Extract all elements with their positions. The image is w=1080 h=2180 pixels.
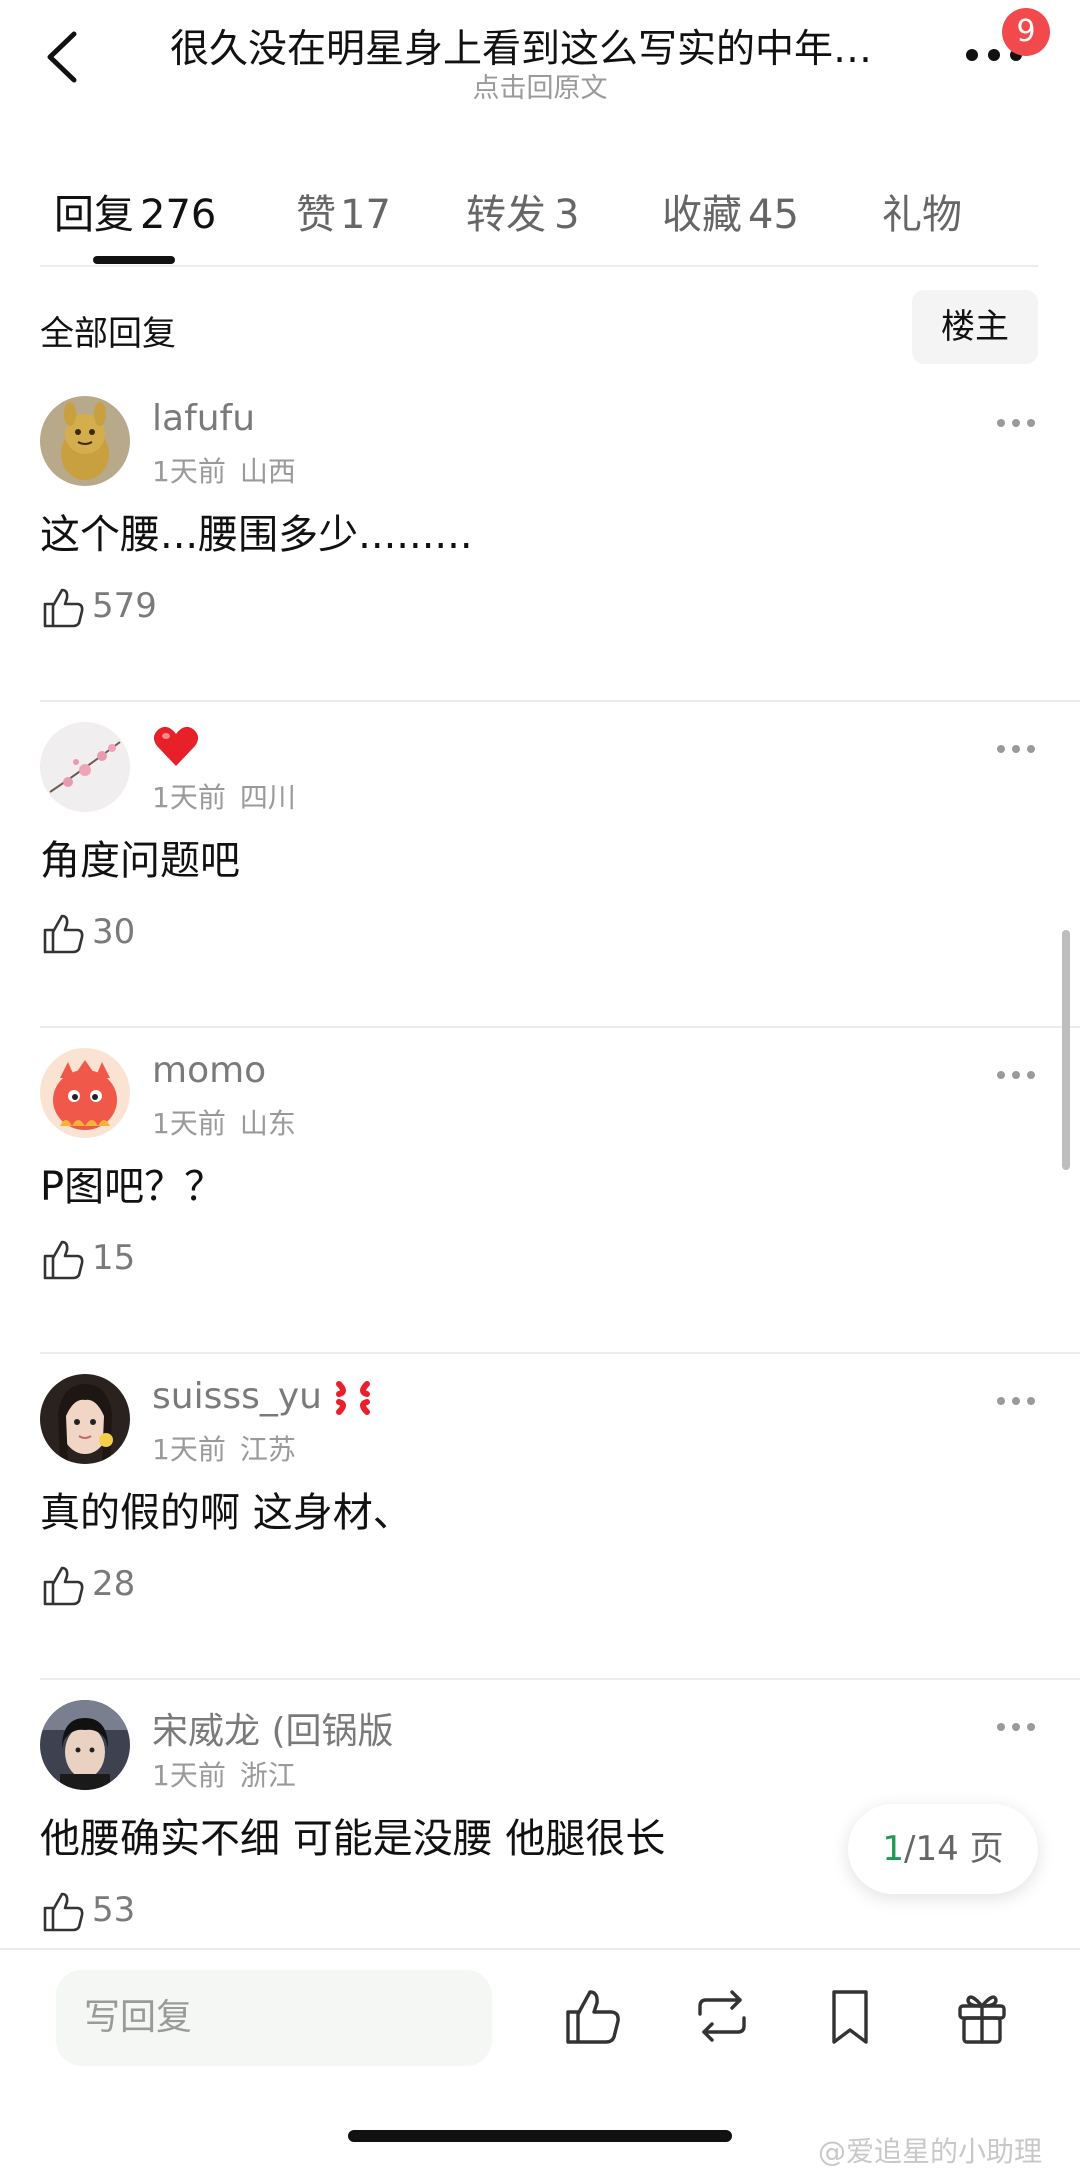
top-nav-bar: 很久没在明星身上看到这么写实的中年… 点击回原文 9 [0,0,1080,120]
tab-count: 3 [554,192,580,238]
username-text: suisss_yu [152,1376,322,1417]
comment-region: 山东 [239,1107,296,1140]
comment-username[interactable]: lafufu [152,398,255,439]
comment-more-icon[interactable] [994,1068,1038,1082]
total-pages: /14 页 [904,1829,1004,1869]
like-count: 30 [92,912,136,952]
comment-item: lafufu 1天前 山西 这个腰...腰围多少......... 579 [0,376,1080,702]
active-tab-indicator [93,256,175,264]
like-count: 28 [92,1564,136,1604]
tab-count: 45 [748,192,799,238]
thumbs-up-icon [43,588,84,628]
comment-region: 浙江 [239,1759,296,1792]
thumbs-up-icon [43,914,84,954]
red-monster-avatar[interactable] [40,1048,130,1138]
op-only-filter-button[interactable]: 楼主 [912,290,1038,364]
like-count: 53 [92,1890,136,1930]
scrollbar[interactable] [1062,930,1070,1170]
tab-reposts[interactable]: 转发 3 [466,182,579,240]
tab-label: 回复 [54,192,134,238]
anger-icon [336,1381,371,1415]
tab-count: 276 [140,192,217,238]
divider [40,265,1038,267]
comment-region: 四川 [239,781,296,814]
comment-time: 1天前 [152,1433,226,1466]
comment-text: 角度问题吧 [40,838,240,884]
bookmark-icon[interactable] [818,1984,882,2048]
comment-text: 他腰确实不细 可能是没腰 他腿很长 [40,1816,666,1862]
comment-item: momo 1天前 山东 P图吧？？ 15 [0,1028,1080,1354]
tab-gifts[interactable]: 礼物 [882,182,962,240]
comment-more-icon[interactable] [994,742,1038,756]
comment-item: suisss_yu 1天前 江苏 真的假的啊 这身材、 28 [0,1354,1080,1680]
write-reply-input[interactable]: 写回复 [56,1970,492,2066]
comment-more-icon[interactable] [994,416,1038,430]
thumbs-up-icon [43,1566,84,1606]
comment-meta: 1天前 山西 [152,450,296,490]
person-photo-avatar[interactable] [40,1700,130,1790]
comment-username[interactable]: suisss_yu [152,1376,373,1418]
tab-label: 转发 [466,192,546,238]
page-indicator-button[interactable]: 1/14 页 [848,1804,1038,1894]
tab-bar: 回复 276 赞 17 转发 3 收藏 45 礼物 [0,170,1080,270]
comment-text: 这个腰...腰围多少......... [40,512,473,558]
comment-more-icon[interactable] [994,1720,1038,1734]
thumbs-up-icon [43,1892,84,1932]
comment-username[interactable]: momo [152,1050,266,1091]
comment-region: 江苏 [239,1433,296,1466]
comment-username[interactable]: 宋威龙 (回锅版 [152,1702,394,1754]
subtitle-text[interactable]: 点击回原文 [473,73,608,104]
back-to-original-link[interactable]: 点击回原文 [0,66,1080,105]
comment-text: P图吧？？ [40,1164,225,1210]
home-indicator[interactable] [348,2130,732,2142]
thumbs-up-icon [43,1240,84,1280]
comment-time: 1天前 [152,455,226,488]
tab-label: 收藏 [662,192,742,238]
comment-meta: 1天前 浙江 [152,1754,296,1794]
plum-blossom-avatar[interactable] [40,722,130,812]
tab-count: 17 [340,192,391,238]
tab-likes[interactable]: 赞 17 [296,182,391,240]
current-page: 1 [882,1829,905,1869]
like-count: 15 [92,1238,136,1278]
comment-item: 1天前 四川 角度问题吧 30 [0,702,1080,1028]
watermark: @爱追星的小助理 [818,2135,1043,2168]
tab-label: 赞 [296,192,336,238]
comment-time: 1天前 [152,1107,226,1140]
gift-icon[interactable] [950,1984,1014,2048]
all-replies-label: 全部回复 [40,314,176,354]
comment-meta: 1天前 江苏 [152,1428,296,1468]
plush-toy-avatar[interactable] [40,396,130,486]
girl-photo-avatar[interactable] [40,1374,130,1464]
heart-icon [153,726,199,766]
comment-text: 真的假的啊 这身材、 [40,1490,413,1536]
like-count: 579 [92,586,157,626]
comment-meta: 1天前 四川 [152,776,296,816]
comment-meta: 1天前 山东 [152,1102,296,1142]
tab-favorites[interactable]: 收藏 45 [662,182,799,240]
tab-label: 礼物 [882,192,962,238]
repost-icon[interactable] [690,1984,754,2048]
thumbs-up-icon[interactable] [560,1984,624,2048]
notification-badge: 9 [1002,8,1050,56]
comment-time: 1天前 [152,1759,226,1792]
comment-region: 山西 [239,455,296,488]
comment-more-icon[interactable] [994,1394,1038,1408]
comment-time: 1天前 [152,781,226,814]
comment-username[interactable] [152,724,200,768]
tab-replies[interactable]: 回复 276 [54,182,216,240]
